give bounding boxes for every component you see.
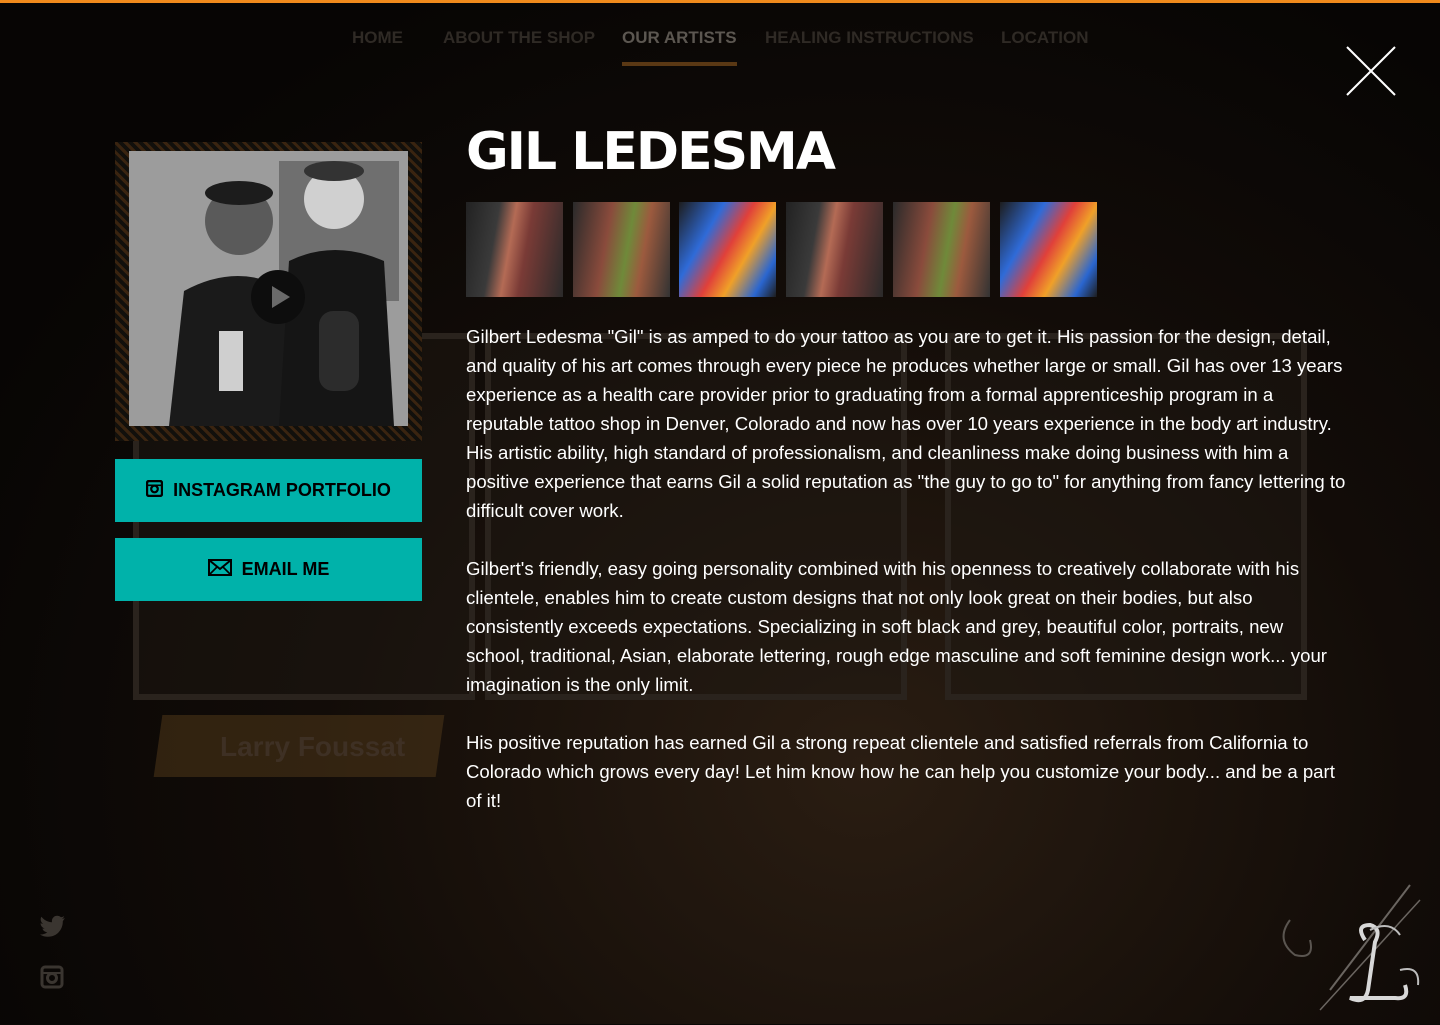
email-button-label: EMAIL ME	[241, 559, 330, 579]
twitter-icon[interactable]	[40, 915, 66, 944]
instagram-portfolio-button[interactable]: INSTAGRAM PORTFOLIO	[115, 459, 422, 522]
bg-artist-name: Larry Foussat	[220, 731, 406, 762]
artist-name: GIL LEDESMA	[466, 122, 836, 182]
close-icon[interactable]	[1344, 44, 1398, 98]
instagram-icon	[145, 479, 164, 502]
portfolio-thumbnail[interactable]	[1000, 202, 1097, 297]
nav-location[interactable]: LOCATION	[1001, 28, 1089, 48]
shop-logo	[1270, 880, 1435, 1020]
portfolio-thumbnail[interactable]	[893, 202, 990, 297]
portfolio-thumbnail[interactable]	[786, 202, 883, 297]
nav-healing-instructions[interactable]: HEALING INSTRUCTIONS	[765, 28, 974, 48]
nav-about-the-shop[interactable]: ABOUT THE SHOP	[443, 28, 595, 48]
play-video-button[interactable]	[251, 270, 305, 324]
portfolio-thumbnail[interactable]	[573, 202, 670, 297]
nav-home[interactable]: HOME	[352, 28, 403, 48]
bio-paragraph: His positive reputation has earned Gil a…	[466, 732, 1335, 811]
portfolio-thumbnail[interactable]	[466, 202, 563, 297]
instagram-icon[interactable]	[40, 965, 64, 996]
portfolio-thumbnail[interactable]	[679, 202, 776, 297]
bio-paragraph: Gilbert's friendly, easy going personali…	[466, 558, 1327, 695]
artist-bio: Gilbert Ledesma "Gil" is as amped to do …	[466, 322, 1346, 844]
email-me-button[interactable]: EMAIL ME	[115, 538, 422, 601]
nav-our-artists[interactable]: OUR ARTISTS	[622, 28, 737, 66]
bio-paragraph: Gilbert Ledesma "Gil" is as amped to do …	[466, 326, 1346, 521]
mail-icon	[207, 558, 232, 581]
instagram-button-label: INSTAGRAM PORTFOLIO	[173, 480, 391, 500]
main-nav: HOME ABOUT THE SHOP OUR ARTISTS HEALING …	[0, 28, 1440, 68]
